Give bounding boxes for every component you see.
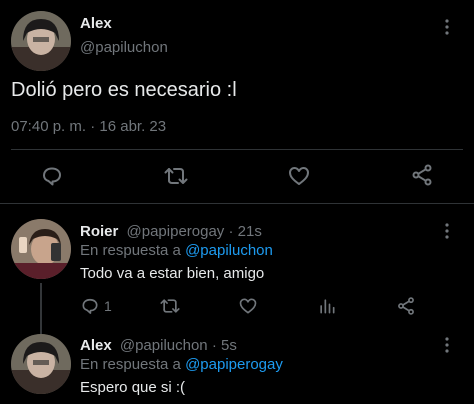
- more-options-icon[interactable]: [444, 222, 450, 240]
- reply-header: Alex @papiluchon · 5s: [80, 337, 237, 354]
- author-handle[interactable]: @papiluchon: [80, 39, 168, 56]
- author-name[interactable]: Roier: [80, 223, 118, 240]
- reply-action[interactable]: 1: [80, 296, 112, 316]
- mention-link[interactable]: @papiperogay: [185, 356, 283, 373]
- divider: [0, 203, 474, 204]
- reply-header: Roier @papiperogay · 21s: [80, 223, 262, 240]
- retweet-icon[interactable]: [159, 296, 181, 316]
- share-icon[interactable]: [410, 163, 434, 187]
- avatar[interactable]: [11, 219, 71, 279]
- reply-text: Espero que si :(: [80, 379, 186, 396]
- author-handle[interactable]: @papiperogay: [127, 223, 225, 240]
- author-name[interactable]: Alex: [80, 337, 112, 354]
- avatar[interactable]: [11, 334, 71, 394]
- avatar-image: [11, 11, 71, 71]
- retweet-icon[interactable]: [163, 164, 189, 188]
- mention-link[interactable]: @papiluchon: [185, 242, 273, 259]
- analytics-icon[interactable]: [317, 296, 337, 316]
- author-name[interactable]: Alex: [80, 15, 112, 32]
- in-reply-to: En respuesta a @papiperogay: [80, 356, 283, 373]
- more-options-icon[interactable]: [444, 336, 450, 354]
- in-reply-label: En respuesta a: [80, 356, 186, 373]
- reply-time[interactable]: · 21s: [228, 223, 261, 240]
- avatar-image: [11, 219, 71, 279]
- avatar-image: [11, 334, 71, 394]
- reply-count: 1: [104, 298, 112, 314]
- share-icon[interactable]: [396, 296, 416, 316]
- in-reply-to: En respuesta a @papiluchon: [80, 242, 273, 259]
- like-icon[interactable]: [287, 164, 311, 188]
- tweet-text: Dolió pero es necesario :l: [11, 79, 237, 101]
- reply-time[interactable]: · 5s: [212, 337, 237, 354]
- tweet-timestamp[interactable]: 07:40 p. m. · 16 abr. 23: [11, 118, 166, 135]
- author-handle[interactable]: @papiluchon: [120, 337, 208, 354]
- in-reply-label: En respuesta a: [80, 242, 186, 259]
- reply-text: Todo va a estar bien, amigo: [80, 265, 265, 282]
- divider: [11, 149, 463, 150]
- reply-icon[interactable]: [80, 296, 100, 316]
- avatar[interactable]: [11, 11, 71, 71]
- like-icon[interactable]: [238, 296, 258, 316]
- more-options-icon[interactable]: [444, 18, 450, 36]
- reply-icon[interactable]: [40, 164, 64, 188]
- thread-line: [40, 283, 42, 334]
